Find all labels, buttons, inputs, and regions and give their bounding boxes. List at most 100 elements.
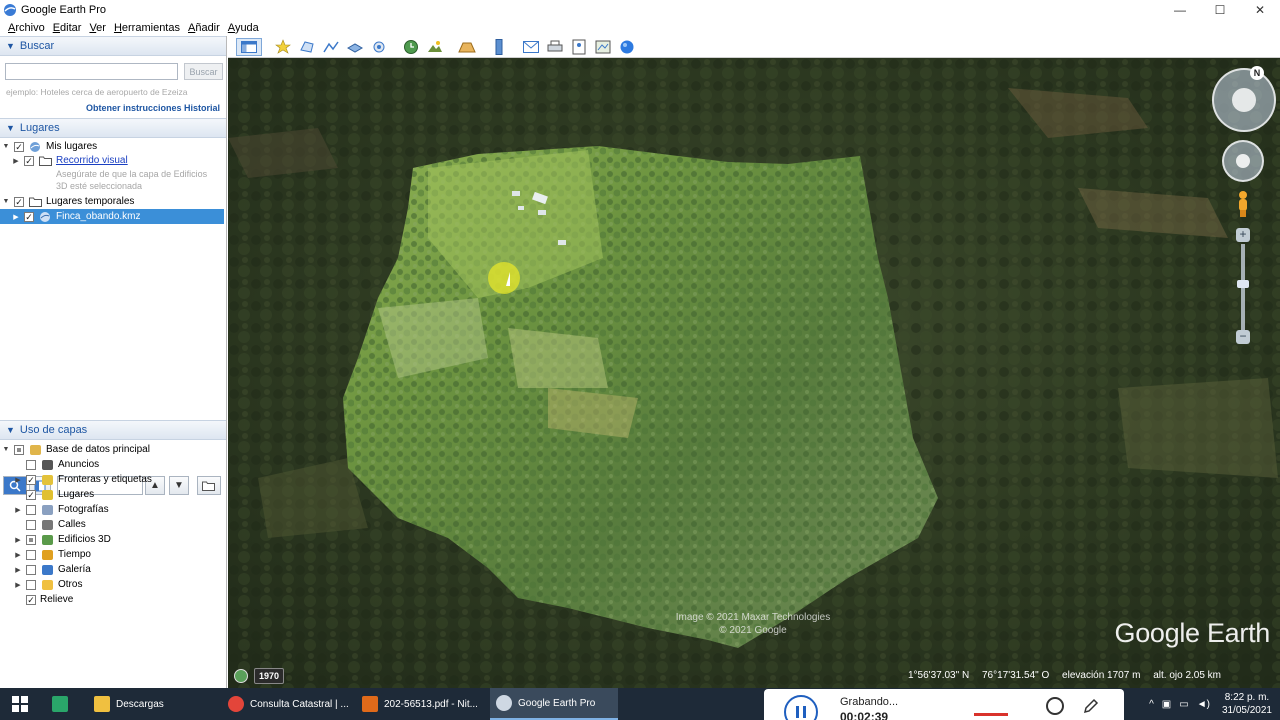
places-panel-header[interactable]: ▼ Lugares	[0, 118, 226, 138]
search-input[interactable]	[5, 63, 178, 80]
layer-item[interactable]: ✓ Relieve	[14, 592, 73, 607]
look-around-control[interactable]	[1212, 68, 1276, 132]
checkbox[interactable]	[26, 549, 36, 560]
layer-item[interactable]: ▶ Edificios 3D	[14, 532, 111, 547]
layers-panel-header[interactable]: ▼ Uso de capas	[0, 420, 226, 440]
menu-herramientas[interactable]: Herramientas	[114, 22, 180, 34]
earth-gallery-button[interactable]	[616, 38, 638, 56]
layer-item[interactable]: ✓ Lugares	[14, 487, 94, 502]
app-pinned-icon[interactable]	[52, 696, 68, 712]
task-google-earth[interactable]: Google Earth Pro	[490, 688, 618, 720]
tree-item-kmz[interactable]: ▶ ✓ Finca_obando.kmz	[0, 209, 224, 224]
planets-button[interactable]	[456, 38, 478, 56]
imagery-year-badge[interactable]: 1970	[254, 668, 284, 684]
clock[interactable]: 8:22 p. m. 31/05/2021	[1222, 691, 1272, 717]
tree-item-my-places[interactable]: ▼ ✓ Mis lugares	[2, 139, 98, 154]
battery-icon[interactable]: ▭	[1179, 699, 1188, 710]
zoom-slider[interactable]: + −	[1236, 228, 1250, 346]
sunlight-button[interactable]	[424, 38, 446, 56]
checkbox[interactable]	[26, 534, 36, 545]
map-view[interactable]: N + − Image © 2021 Maxar Technologies © …	[228, 58, 1280, 688]
network-icon[interactable]: ▣	[1162, 699, 1171, 710]
expand-icon[interactable]: ▶	[14, 506, 22, 514]
task-pdf[interactable]: 202-56513.pdf - Nit...	[356, 688, 486, 720]
checkbox[interactable]: ✓	[14, 196, 24, 207]
historical-imagery-button[interactable]	[400, 38, 422, 56]
layer-item[interactable]: ▶ Galería	[14, 562, 91, 577]
add-path-button[interactable]	[320, 38, 342, 56]
email-button[interactable]	[520, 38, 542, 56]
view-maps-button[interactable]	[592, 38, 614, 56]
expand-icon[interactable]: ▼	[2, 198, 10, 205]
tour-link[interactable]: Recorrido visual	[56, 155, 128, 166]
history-link[interactable]: Historial	[184, 103, 220, 113]
compass-north[interactable]: N	[1250, 66, 1264, 80]
expand-icon[interactable]: ▶	[12, 213, 20, 221]
checkbox[interactable]	[14, 444, 24, 455]
expand-icon[interactable]: ▶	[14, 551, 22, 559]
checkbox[interactable]	[26, 564, 36, 575]
get-directions-link[interactable]: Obtener instrucciones	[86, 103, 182, 113]
expand-icon[interactable]: ▶	[14, 581, 22, 589]
maximize-button[interactable]: ☐	[1200, 0, 1240, 20]
task-chrome[interactable]: Consulta Catastral | ...	[222, 688, 352, 720]
zoom-thumb[interactable]	[1237, 280, 1249, 288]
pen-icon[interactable]	[1082, 697, 1100, 715]
layer-item[interactable]: ▶ Fotografías	[14, 502, 108, 517]
checkbox[interactable]	[26, 504, 36, 515]
sidebar: ▼ Buscar Buscar ejemplo: Hoteles cerca d…	[0, 36, 227, 688]
minimize-button[interactable]: —	[1160, 0, 1200, 20]
add-placemark-button[interactable]	[272, 38, 294, 56]
menu-editar[interactable]: Editar	[53, 22, 82, 34]
search-button[interactable]: Buscar	[184, 63, 223, 80]
checkbox[interactable]: ✓	[26, 474, 36, 485]
checkbox[interactable]: ✓	[14, 141, 24, 152]
add-polygon-button[interactable]	[296, 38, 318, 56]
search-panel-header[interactable]: ▼ Buscar	[0, 36, 226, 56]
zoom-in-button[interactable]: +	[1236, 228, 1250, 242]
sidebar-toggle-button[interactable]	[236, 38, 262, 56]
checkbox[interactable]: ✓	[26, 489, 36, 500]
menu-ayuda[interactable]: Ayuda	[228, 22, 259, 34]
print-button[interactable]	[544, 38, 566, 56]
task-descargas[interactable]: Descargas	[88, 688, 218, 720]
menu-ver[interactable]: Ver	[89, 22, 106, 34]
search-hint: ejemplo: Hoteles cerca de aeropuerto de …	[6, 87, 188, 97]
layer-item[interactable]: ▼ Base de datos principal	[2, 442, 150, 457]
webcam-icon[interactable]	[1046, 697, 1064, 715]
record-tour-button[interactable]	[368, 38, 390, 56]
checkbox[interactable]	[26, 519, 36, 530]
close-button[interactable]: ✕	[1240, 0, 1280, 20]
move-control[interactable]	[1222, 140, 1264, 182]
tray-chevron-icon[interactable]: ^	[1149, 699, 1154, 710]
expand-icon[interactable]: ▶	[14, 536, 22, 544]
add-overlay-button[interactable]	[344, 38, 366, 56]
windows-start-icon[interactable]	[12, 696, 28, 712]
menu-archivo[interactable]: Archivo	[8, 22, 45, 34]
checkbox[interactable]: ✓	[26, 594, 36, 605]
expand-icon[interactable]: ▼	[2, 446, 10, 453]
save-image-button[interactable]	[568, 38, 590, 56]
layer-item[interactable]: ▶ Otros	[14, 577, 82, 592]
layer-item[interactable]: ▶ ✓ Fronteras y etiquetas	[14, 472, 152, 487]
expand-icon[interactable]: ▶	[14, 476, 22, 484]
layer-item[interactable]: Calles	[14, 517, 86, 532]
expand-icon[interactable]: ▶	[14, 566, 22, 574]
layer-item[interactable]: Anuncios	[14, 457, 99, 472]
menu-anadir[interactable]: Añadir	[188, 22, 220, 34]
tree-item-temp-places[interactable]: ▼ ✓ Lugares temporales	[2, 194, 134, 209]
checkbox[interactable]: ✓	[24, 155, 34, 166]
checkbox[interactable]: ✓	[24, 211, 34, 222]
pause-recording-button[interactable]	[784, 695, 818, 720]
ruler-button[interactable]	[488, 38, 510, 56]
zoom-out-button[interactable]: −	[1236, 330, 1250, 344]
street-view-pegman-icon[interactable]	[1236, 190, 1250, 218]
clock-icon	[404, 40, 418, 54]
layer-item[interactable]: ▶ Tiempo	[14, 547, 91, 562]
expand-icon[interactable]: ▼	[2, 143, 10, 150]
checkbox[interactable]	[26, 579, 36, 590]
expand-icon[interactable]: ▶	[12, 157, 20, 165]
checkbox[interactable]	[26, 459, 36, 470]
historical-imagery-icon[interactable]	[234, 669, 248, 683]
volume-icon[interactable]: ◄)	[1197, 699, 1210, 710]
